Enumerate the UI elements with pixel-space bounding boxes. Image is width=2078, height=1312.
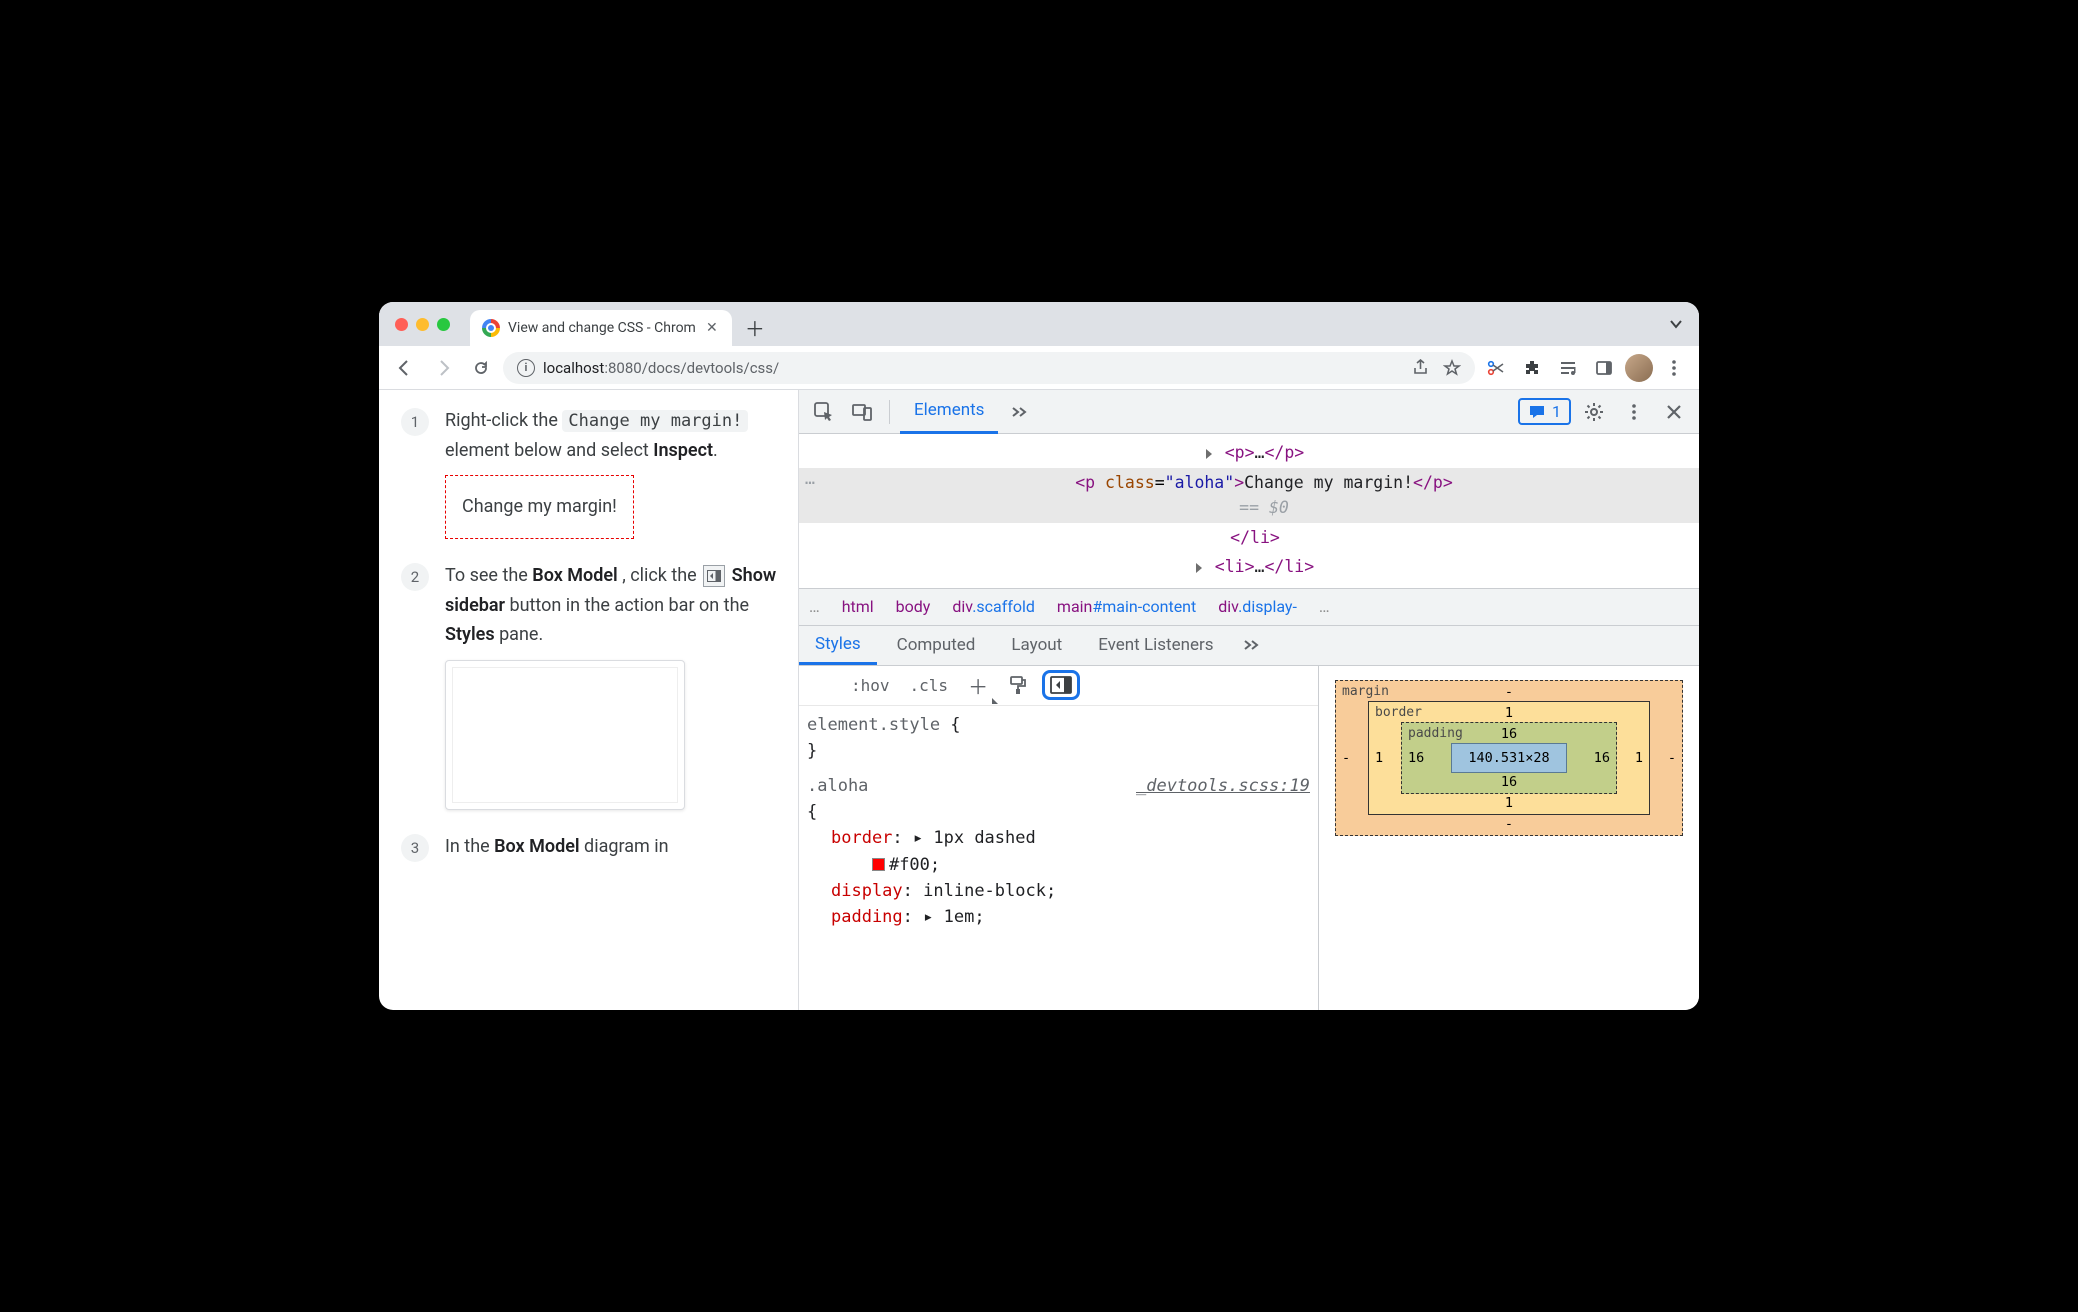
browser-toolbar: i localhost:8080/docs/devtools/css/	[379, 346, 1699, 390]
instruction-step: 3 In the Box Model diagram in	[401, 832, 778, 862]
browser-window: View and change CSS - Chrom ✕ ＋ i localh…	[379, 302, 1699, 1010]
demo-element[interactable]: Change my margin!	[445, 475, 634, 539]
crumb-item[interactable]: div.scaffold	[952, 597, 1035, 616]
box-margin[interactable]: margin - - - - border 1 1 1 1 padding	[1335, 680, 1683, 836]
menu-button[interactable]	[1659, 353, 1689, 383]
inspect-element-icon[interactable]	[807, 395, 841, 429]
subtab-styles[interactable]: Styles	[799, 626, 877, 665]
expand-icon[interactable]	[1206, 449, 1212, 459]
screenshot-thumbnail	[445, 660, 685, 810]
expand-icon[interactable]	[1196, 563, 1202, 573]
styles-subtabs: Styles Computed Layout Event Listeners	[799, 626, 1699, 666]
new-style-rule-icon[interactable]: ＋	[962, 669, 994, 702]
devtools-panel: Elements 1	[799, 390, 1699, 1010]
close-tab-button[interactable]: ✕	[704, 320, 720, 336]
content-area: 1 Right-click the Change my margin! elem…	[379, 390, 1699, 1010]
styles-action-bar: :hov .cls ＋	[799, 666, 1318, 706]
sidepanel-icon[interactable]	[1589, 353, 1619, 383]
crumb-item[interactable]: html	[842, 597, 874, 616]
kebab-menu-icon[interactable]	[1617, 395, 1651, 429]
crumb-item[interactable]: body	[896, 597, 931, 616]
more-subtabs-icon[interactable]	[1234, 628, 1268, 662]
maximize-window-button[interactable]	[437, 318, 450, 331]
address-bar[interactable]: i localhost:8080/docs/devtools/css/	[503, 352, 1475, 384]
bookmark-icon[interactable]	[1443, 359, 1461, 377]
window-controls	[391, 302, 470, 346]
minimize-window-button[interactable]	[416, 318, 429, 331]
dom-node[interactable]: <p>…</p>	[799, 438, 1699, 468]
code-literal: Change my margin!	[562, 410, 748, 432]
crumb-item[interactable]: main#main-content	[1057, 597, 1196, 616]
show-sidebar-icon	[703, 565, 725, 587]
box-padding[interactable]: padding 16 16 16 16 140.531×28	[1401, 722, 1617, 794]
profile-avatar[interactable]	[1625, 354, 1653, 382]
devtools-header: Elements 1	[799, 390, 1699, 434]
tabs-dropdown-button[interactable]	[1669, 317, 1683, 331]
subtab-event-listeners[interactable]: Event Listeners	[1082, 626, 1229, 665]
tab-strip: View and change CSS - Chrom ✕ ＋	[379, 302, 1699, 346]
new-tab-button[interactable]: ＋	[740, 312, 770, 342]
node-options-icon[interactable]: ⋯	[805, 470, 817, 496]
dom-node[interactable]: </li>	[799, 523, 1699, 553]
paint-icon[interactable]	[1002, 673, 1034, 697]
share-icon[interactable]	[1412, 359, 1429, 376]
dom-node[interactable]: <li>…</li>	[799, 552, 1699, 582]
documentation-page: 1 Right-click the Change my margin! elem…	[379, 390, 799, 1010]
back-button[interactable]	[389, 352, 421, 384]
instruction-step: 2 To see the Box Model , click the Show …	[401, 561, 778, 810]
step-number: 1	[401, 408, 429, 436]
color-swatch[interactable]	[872, 858, 885, 871]
dom-tree[interactable]: <p>…</p> ⋯ <p class="aloha">Change my ma…	[799, 434, 1699, 588]
step-number: 2	[401, 563, 429, 591]
issues-badge[interactable]: 1	[1518, 398, 1571, 425]
chrome-favicon-icon	[482, 319, 500, 337]
reload-button[interactable]	[465, 352, 497, 384]
crumb-item[interactable]: div.display-	[1218, 597, 1297, 616]
site-info-icon[interactable]: i	[517, 359, 535, 377]
close-window-button[interactable]	[395, 318, 408, 331]
tab-title: View and change CSS - Chrom	[508, 320, 696, 336]
subtab-layout[interactable]: Layout	[995, 626, 1078, 665]
tab-elements[interactable]: Elements	[900, 390, 998, 434]
subtab-computed[interactable]: Computed	[881, 626, 992, 665]
browser-tab[interactable]: View and change CSS - Chrom ✕	[470, 310, 732, 346]
show-sidebar-button[interactable]	[1042, 670, 1080, 700]
url-text: localhost:8080/docs/devtools/css/	[543, 359, 779, 377]
step-number: 3	[401, 834, 429, 862]
box-content[interactable]: 140.531×28	[1451, 743, 1566, 773]
more-tabs-icon[interactable]	[1002, 395, 1036, 429]
dom-breadcrumb[interactable]: … html body div.scaffold main#main-conte…	[799, 588, 1699, 626]
close-devtools-icon[interactable]	[1657, 395, 1691, 429]
cls-toggle[interactable]: .cls	[904, 674, 955, 697]
box-border[interactable]: border 1 1 1 1 padding 16 16 16 16	[1368, 701, 1650, 815]
scissors-icon[interactable]	[1481, 353, 1511, 383]
music-icon[interactable]	[1553, 353, 1583, 383]
instruction-step: 1 Right-click the Change my margin! elem…	[401, 406, 778, 539]
device-toolbar-icon[interactable]	[845, 395, 879, 429]
forward-button[interactable]	[427, 352, 459, 384]
settings-icon[interactable]	[1577, 395, 1611, 429]
source-link[interactable]: _devtools.scss:19	[1136, 773, 1310, 799]
dom-node-selected[interactable]: ⋯ <p class="aloha">Change my margin!</p>…	[799, 468, 1699, 523]
extensions-icon[interactable]	[1517, 353, 1547, 383]
box-model-diagram[interactable]: margin - - - - border 1 1 1 1 padding	[1319, 666, 1699, 1010]
css-rules[interactable]: element.style { } .aloha _devtools.scss:…	[799, 706, 1318, 937]
hov-toggle[interactable]: :hov	[845, 674, 896, 697]
